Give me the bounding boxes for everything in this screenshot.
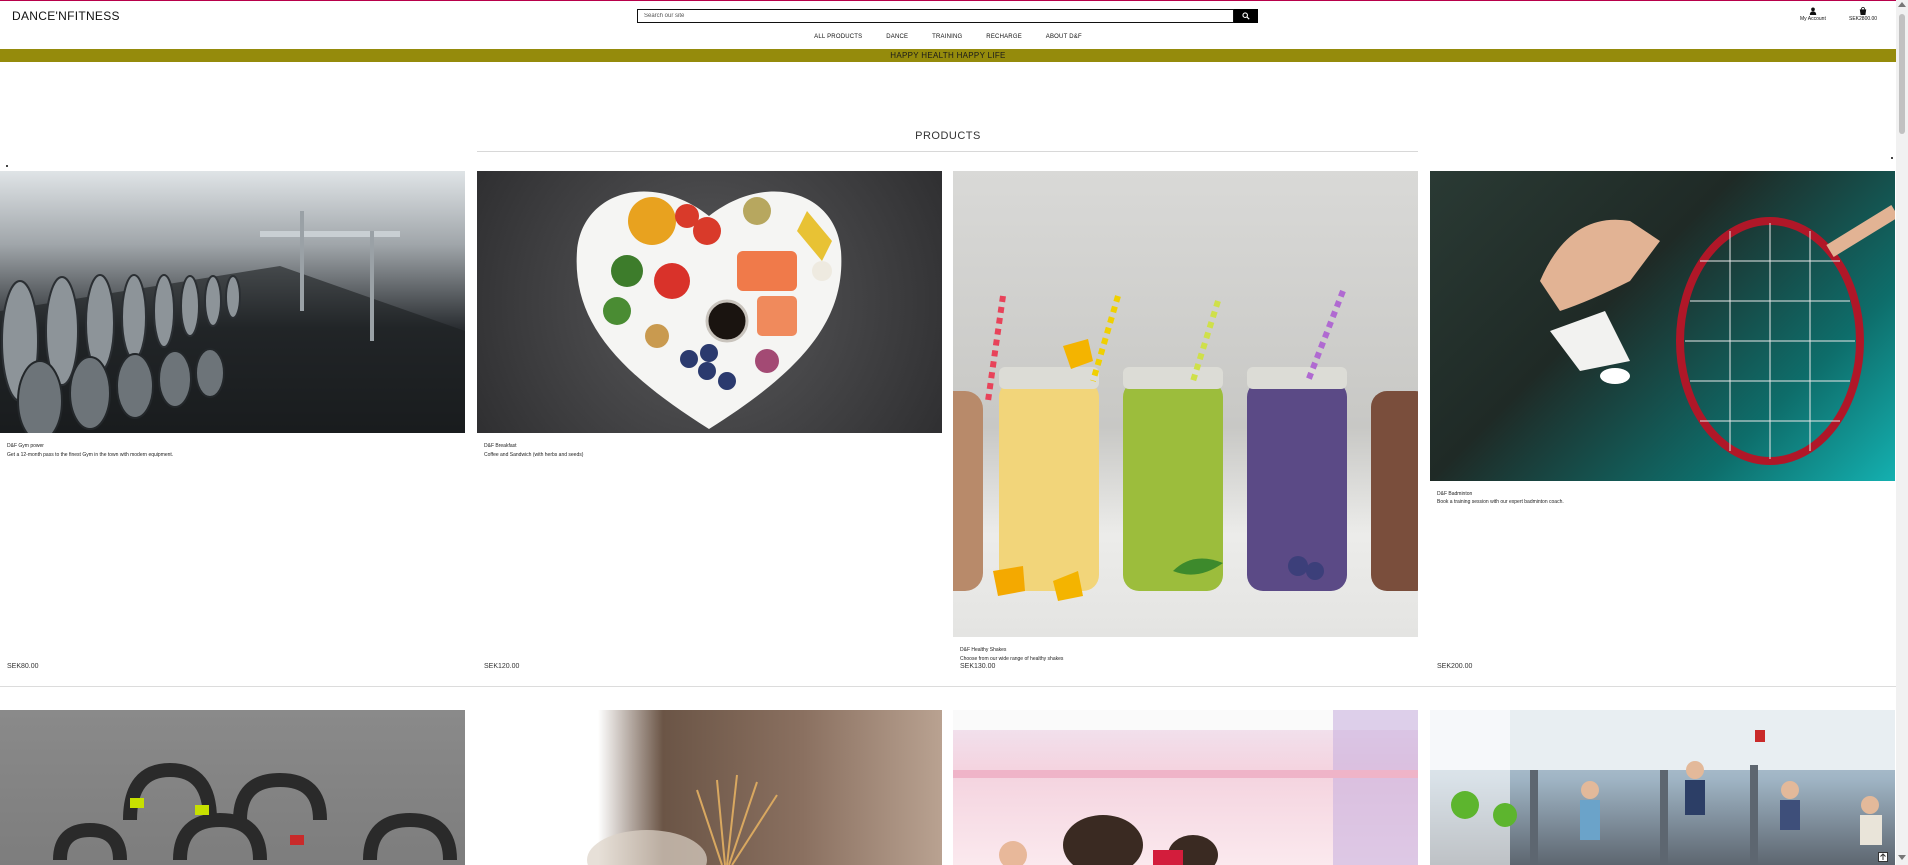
back-to-top-button[interactable] <box>1878 852 1888 862</box>
product-price: SEK80.00 <box>7 663 39 670</box>
site-logo[interactable]: DANCE'NFITNESS <box>12 9 120 23</box>
shopping-bag-icon <box>1859 7 1867 15</box>
product-image-kettlebells[interactable] <box>0 710 465 865</box>
nav-training[interactable]: TRAINING <box>932 34 962 40</box>
product-image-breakfast[interactable] <box>477 171 942 433</box>
nav-all-products[interactable]: ALL PRODUCTS <box>814 34 862 40</box>
grid-marker-left <box>6 165 8 167</box>
title-divider <box>477 151 1418 152</box>
product-price: SEK120.00 <box>484 663 520 670</box>
product-image-dance[interactable] <box>953 710 1418 865</box>
product-price: SEK130.00 <box>960 663 996 670</box>
search-form <box>637 9 1258 23</box>
nav-dance[interactable]: DANCE <box>886 34 908 40</box>
product-description: Get a 12-month pass to the finest Gym in… <box>7 452 174 458</box>
product-name[interactable]: D&F Gym power <box>7 443 44 449</box>
product-image-badminton[interactable] <box>1430 171 1895 481</box>
product-image-shakes[interactable] <box>953 171 1418 637</box>
product-description: Book a training session with our expert … <box>1437 499 1564 505</box>
search-button[interactable] <box>1234 9 1258 23</box>
nav-recharge[interactable]: RECHARGE <box>986 34 1022 40</box>
search-input[interactable] <box>637 9 1234 23</box>
scrollbar-thumb[interactable] <box>1899 14 1905 134</box>
arrow-up-icon <box>1880 853 1886 860</box>
product-description: Coffee and Sandwich (with herbs and seed… <box>484 452 584 458</box>
grid-marker-right <box>1891 157 1893 159</box>
scroll-up-arrow[interactable] <box>1898 2 1906 7</box>
product-image-gym-machines[interactable] <box>1430 710 1895 865</box>
product-price: SEK200.00 <box>1437 663 1473 670</box>
promo-banner: HAPPY HEALTH HAPPY LIFE <box>0 49 1896 62</box>
top-accent-line <box>0 0 1908 1</box>
scroll-down-arrow[interactable] <box>1898 855 1906 860</box>
product-image-gym[interactable] <box>0 171 465 433</box>
product-description: Choose from our wide range of healthy sh… <box>960 656 1064 662</box>
row-divider <box>0 686 1896 687</box>
product-image-incense[interactable] <box>477 710 942 865</box>
my-account-label: My Account <box>1800 16 1826 22</box>
shopping-bag-link[interactable]: SEK2800.00 <box>1849 7 1877 22</box>
main-nav: ALL PRODUCTS DANCE TRAINING RECHARGE ABO… <box>0 34 1896 40</box>
user-icon <box>1809 7 1817 15</box>
product-name[interactable]: D&F Breakfast <box>484 443 517 449</box>
my-account-link[interactable]: My Account <box>1800 7 1826 22</box>
nav-about[interactable]: ABOUT D&F <box>1046 34 1082 40</box>
product-name[interactable]: D&F Healthy Shakes <box>960 647 1006 653</box>
bag-total: SEK2800.00 <box>1849 16 1878 22</box>
product-name[interactable]: D&F Badminton <box>1437 491 1472 497</box>
page-title: PRODUCTS <box>915 130 981 142</box>
search-icon <box>1242 12 1250 20</box>
